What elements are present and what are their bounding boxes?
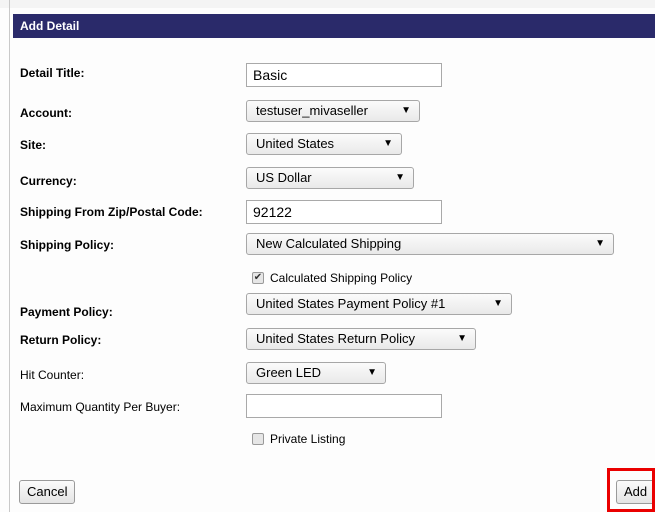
hit-counter-label: Hit Counter: bbox=[20, 368, 85, 382]
hit-counter-select[interactable]: Green LED ▼ bbox=[246, 362, 386, 384]
calculated-shipping-row: ✔ Calculated Shipping Policy bbox=[252, 271, 412, 285]
calculated-shipping-label: Calculated Shipping Policy bbox=[270, 271, 413, 285]
calculated-shipping-checkbox[interactable]: ✔ bbox=[252, 271, 264, 284]
chevron-down-icon: ▼ bbox=[383, 138, 393, 149]
site-select-value: United States bbox=[256, 136, 335, 151]
detail-title-input[interactable]: Basic bbox=[246, 63, 442, 87]
return-policy-label: Return Policy: bbox=[20, 333, 102, 347]
shipping-policy-label: Shipping Policy: bbox=[20, 238, 115, 252]
private-listing-checkbox[interactable] bbox=[252, 432, 264, 445]
zip-input[interactable]: 92122 bbox=[246, 200, 442, 224]
shipping-policy-select[interactable]: New Calculated Shipping ▼ bbox=[246, 233, 614, 255]
page-top-strip bbox=[0, 0, 655, 8]
payment-policy-select[interactable]: United States Payment Policy #1 ▼ bbox=[246, 293, 512, 315]
chevron-down-icon: ▼ bbox=[367, 367, 377, 378]
shipping-policy-select-value: New Calculated Shipping bbox=[256, 236, 402, 251]
private-listing-row: Private Listing bbox=[252, 432, 345, 446]
page-left-border bbox=[9, 0, 10, 512]
max-quantity-input[interactable] bbox=[246, 394, 442, 418]
site-label: Site: bbox=[20, 138, 47, 152]
detail-title-label: Detail Title: bbox=[20, 66, 85, 80]
account-select[interactable]: testuser_mivaseller ▼ bbox=[246, 100, 420, 122]
zip-label: Shipping From Zip/Postal Code: bbox=[20, 205, 203, 219]
payment-policy-select-value: United States Payment Policy #1 bbox=[256, 296, 446, 311]
add-button-highlight bbox=[607, 468, 655, 512]
chevron-down-icon: ▼ bbox=[395, 172, 405, 183]
max-quantity-label: Maximum Quantity Per Buyer: bbox=[20, 400, 181, 414]
chevron-down-icon: ▼ bbox=[401, 105, 411, 116]
chevron-down-icon: ▼ bbox=[457, 333, 467, 344]
hit-counter-select-value: Green LED bbox=[256, 365, 322, 380]
private-listing-label: Private Listing bbox=[270, 432, 346, 446]
payment-policy-label: Payment Policy: bbox=[20, 305, 113, 319]
cancel-button[interactable]: Cancel bbox=[19, 480, 76, 504]
currency-select-value: US Dollar bbox=[256, 170, 312, 185]
account-select-value: testuser_mivaseller bbox=[256, 103, 368, 118]
site-select[interactable]: United States ▼ bbox=[246, 133, 402, 155]
return-policy-select[interactable]: United States Return Policy ▼ bbox=[246, 328, 476, 350]
checkmark-icon: ✔ bbox=[253, 271, 263, 283]
form-header: Add Detail bbox=[13, 14, 655, 38]
chevron-down-icon: ▼ bbox=[493, 298, 503, 309]
chevron-down-icon: ▼ bbox=[595, 238, 605, 249]
currency-select[interactable]: US Dollar ▼ bbox=[246, 167, 414, 189]
account-label: Account: bbox=[20, 106, 72, 120]
currency-label: Currency: bbox=[20, 174, 77, 188]
return-policy-select-value: United States Return Policy bbox=[256, 331, 415, 346]
